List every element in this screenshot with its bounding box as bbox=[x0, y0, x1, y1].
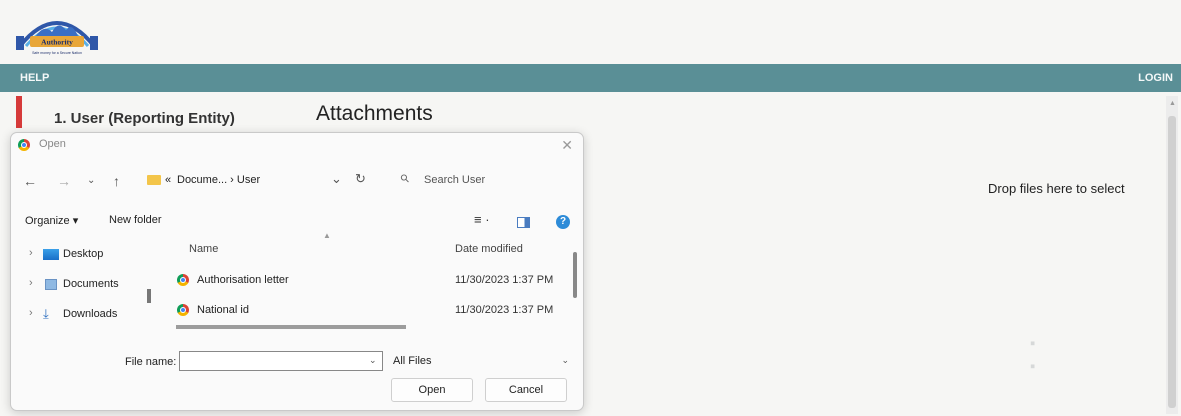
up-arrow-icon[interactable]: ↑ bbox=[113, 173, 120, 189]
file-date: 11/30/2023 1:37 PM bbox=[455, 274, 554, 286]
view-options-icon[interactable]: ≡ · bbox=[474, 212, 490, 227]
sidebar-label: Documents bbox=[63, 278, 119, 290]
dropzone-text[interactable]: Drop files here to select bbox=[988, 181, 1125, 196]
file-row[interactable]: Authorisation letter 11/30/2023 1:37 PM bbox=[175, 270, 577, 292]
download-icon: ⤓ bbox=[43, 306, 49, 321]
logo-text: Authority bbox=[41, 38, 73, 47]
file-list-scrollbar[interactable] bbox=[573, 252, 577, 298]
sort-ascending-icon: ▲ bbox=[323, 231, 331, 240]
dialog-title: Open bbox=[39, 138, 66, 150]
file-name-input[interactable] bbox=[179, 351, 383, 371]
path-dropdown-icon[interactable]: ⌄ bbox=[331, 171, 342, 187]
file-type-filter[interactable]: All Files ⌄ bbox=[393, 351, 571, 371]
expand-chevron-icon[interactable]: › bbox=[29, 307, 33, 319]
column-header-name[interactable]: Name bbox=[189, 243, 218, 255]
step-label[interactable]: 1. User (Reporting Entity) bbox=[54, 110, 235, 127]
file-row[interactable]: National id 11/30/2023 1:37 PM bbox=[175, 300, 577, 322]
sidebar-item-documents[interactable]: › Documents bbox=[25, 273, 155, 297]
cancel-button[interactable]: Cancel bbox=[485, 378, 567, 402]
section-title: Attachments bbox=[316, 102, 433, 125]
folder-icon bbox=[147, 175, 161, 185]
scroll-up-icon[interactable]: ▲ bbox=[1169, 100, 1176, 107]
sidebar-item-desktop[interactable]: › Desktop bbox=[25, 243, 155, 267]
sidebar-scrollbar[interactable] bbox=[147, 289, 151, 303]
app-page: Authority Safe money for a Secure Nation… bbox=[0, 0, 1181, 416]
sidebar-item-downloads[interactable]: › ⤓ Downloads bbox=[25, 303, 155, 327]
chrome-icon bbox=[177, 274, 189, 286]
refresh-icon[interactable]: ↻ bbox=[355, 171, 366, 187]
preview-pane-icon[interactable] bbox=[517, 217, 530, 228]
file-name-label: File name: bbox=[125, 356, 177, 368]
faded-background-text: ▪ bbox=[1030, 335, 1036, 352]
file-type-value: All Files bbox=[393, 355, 432, 367]
horizontal-scrollbar[interactable] bbox=[176, 325, 406, 329]
chevron-down-icon: ⌄ bbox=[561, 355, 569, 365]
path-prefix: « bbox=[165, 174, 172, 186]
help-icon[interactable]: ? bbox=[556, 215, 570, 229]
authority-logo: Authority Safe money for a Secure Nation bbox=[16, 21, 98, 55]
step-marker bbox=[16, 96, 22, 128]
search-icon: ⚲ bbox=[398, 171, 413, 186]
page-scrollbar[interactable]: ▲ bbox=[1166, 96, 1178, 414]
desktop-folder-icon bbox=[43, 249, 59, 260]
address-bar[interactable]: « Docume... › User ⌄ ↻ bbox=[145, 167, 385, 193]
expand-chevron-icon[interactable]: › bbox=[29, 247, 33, 259]
login-link[interactable]: LOGIN bbox=[1138, 72, 1173, 84]
logo-tagline: Safe money for a Secure Nation bbox=[32, 51, 82, 55]
forward-arrow-icon[interactable]: → bbox=[57, 173, 71, 189]
chrome-icon bbox=[177, 304, 189, 316]
file-date: 11/30/2023 1:37 PM bbox=[455, 304, 554, 316]
sidebar-label: Desktop bbox=[63, 248, 104, 260]
file-name-dropdown-icon[interactable]: ⌄ bbox=[369, 355, 377, 366]
page-scroll-thumb[interactable] bbox=[1168, 116, 1176, 408]
search-placeholder[interactable]: Search User bbox=[424, 174, 485, 186]
file-name: Authorisation letter bbox=[197, 274, 289, 286]
help-link[interactable]: HELP bbox=[20, 72, 49, 84]
open-button[interactable]: Open bbox=[391, 378, 473, 402]
search-box[interactable]: ⚲ Search User bbox=[393, 167, 573, 193]
path-text: Docume... › User bbox=[177, 174, 261, 186]
documents-icon bbox=[45, 279, 57, 290]
faded-background-text-2: ▪ bbox=[1030, 358, 1036, 375]
close-icon[interactable]: ✕ bbox=[561, 137, 573, 154]
sidebar-label: Downloads bbox=[63, 308, 118, 320]
open-file-dialog: Open ✕ ← → ⌄ ↑ « Docume... › User ⌄ ↻ ⚲ … bbox=[10, 132, 584, 411]
back-arrow-icon[interactable]: ← bbox=[23, 173, 37, 189]
organize-menu[interactable]: Organize ▾ bbox=[25, 214, 78, 227]
top-navbar: HELP LOGIN bbox=[0, 64, 1181, 92]
column-header-date[interactable]: Date modified bbox=[455, 243, 523, 255]
file-name: National id bbox=[197, 304, 249, 316]
chrome-icon bbox=[18, 139, 30, 151]
chevron-down-icon[interactable]: ⌄ bbox=[87, 175, 95, 186]
expand-chevron-icon[interactable]: › bbox=[29, 277, 33, 289]
new-folder-button[interactable]: New folder bbox=[109, 214, 162, 226]
